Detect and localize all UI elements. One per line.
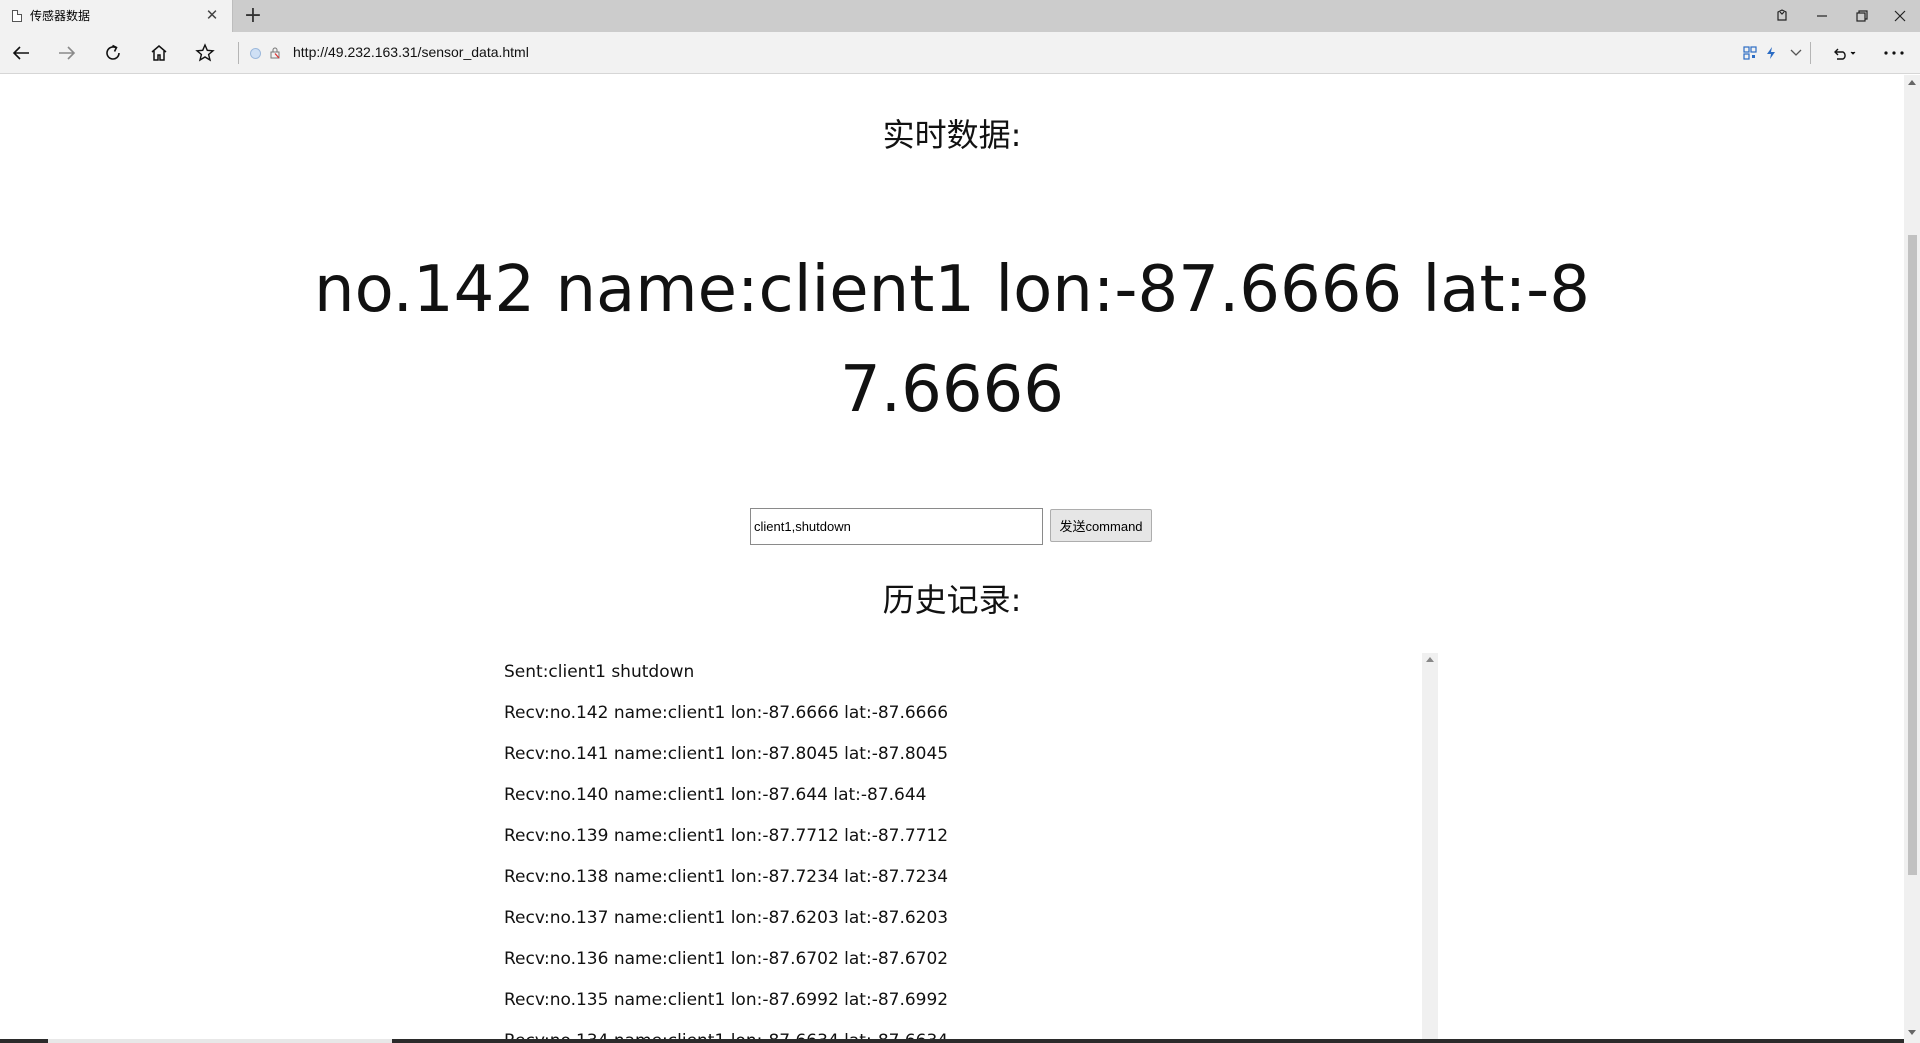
page-scrollbar[interactable] xyxy=(1904,75,1920,1043)
history-item: Recv:no.140 name:client1 lon:-87.644 lat… xyxy=(504,785,927,805)
undo-close-tab-button[interactable] xyxy=(1824,36,1864,70)
more-dots-icon xyxy=(1884,51,1904,55)
page-viewport: 实时数据: no.142 name:client1 lon:-87.6666 l… xyxy=(0,75,1904,1043)
home-button[interactable] xyxy=(142,36,176,70)
minimize-button[interactable] xyxy=(1802,0,1842,32)
history-list[interactable]: Sent:client1 shutdown Recv:no.142 name:c… xyxy=(494,652,1438,1043)
refresh-button[interactable] xyxy=(96,36,130,70)
restore-button[interactable] xyxy=(1842,0,1882,32)
not-secure-icon xyxy=(270,47,280,59)
scroll-up-arrow-icon[interactable] xyxy=(1908,80,1916,85)
browser-toolbar: http://49.232.163.31/sensor_data.html xyxy=(0,32,1920,74)
qr-code-icon[interactable] xyxy=(1738,36,1762,70)
tab-title: 传感器数据 xyxy=(30,9,91,23)
scroll-down-arrow-icon[interactable] xyxy=(1908,1030,1916,1035)
chevron-down-icon[interactable] xyxy=(1784,36,1808,70)
realtime-heading: 实时数据: xyxy=(882,116,1022,154)
page-scrollbar-thumb[interactable] xyxy=(1908,235,1917,875)
history-item: Recv:no.136 name:client1 lon:-87.6702 la… xyxy=(504,949,949,969)
taskbar-edge-highlight xyxy=(48,1039,392,1043)
url-text[interactable]: http://49.232.163.31/sensor_data.html xyxy=(293,44,529,60)
history-item: Recv:no.139 name:client1 lon:-87.7712 la… xyxy=(504,826,949,846)
arrow-right-icon xyxy=(59,46,76,60)
history-scrollbar[interactable] xyxy=(1422,653,1438,1043)
favorite-button[interactable] xyxy=(188,36,222,70)
lightning-icon[interactable] xyxy=(1760,36,1782,70)
tab-bar: 传感器数据 ✕ + xyxy=(0,0,1920,32)
history-item: Sent:client1 shutdown xyxy=(504,662,695,682)
arrow-left-icon xyxy=(12,46,29,60)
new-tab-button[interactable]: + xyxy=(240,3,266,29)
set-tabs-aside-icon[interactable] xyxy=(1762,0,1802,32)
home-icon xyxy=(151,45,167,61)
star-icon xyxy=(195,43,215,62)
history-heading: 历史记录: xyxy=(882,581,1022,619)
history-item: Recv:no.142 name:client1 lon:-87.6666 la… xyxy=(504,703,949,723)
forward-button[interactable] xyxy=(50,36,84,70)
toolbar-divider-right xyxy=(1810,42,1811,64)
history-item: Recv:no.135 name:client1 lon:-87.6992 la… xyxy=(504,990,949,1010)
undo-icon xyxy=(1834,48,1856,60)
site-info-icon[interactable] xyxy=(250,48,261,59)
realtime-data-value: no.142 name:client1 lon:-87.6666 lat:-87… xyxy=(314,253,1590,427)
send-command-button[interactable]: 发送command xyxy=(1050,509,1152,542)
refresh-icon xyxy=(106,44,120,60)
back-button[interactable] xyxy=(4,36,38,70)
scroll-up-arrow-icon[interactable] xyxy=(1426,657,1434,662)
command-input[interactable] xyxy=(750,508,1043,545)
toolbar-divider xyxy=(238,42,239,64)
more-menu-button[interactable] xyxy=(1874,36,1914,70)
close-window-button[interactable] xyxy=(1880,0,1920,32)
address-bar[interactable]: http://49.232.163.31/sensor_data.html xyxy=(248,39,1728,67)
page-icon xyxy=(12,10,22,22)
close-tab-icon[interactable]: ✕ xyxy=(202,5,222,25)
history-item: Recv:no.137 name:client1 lon:-87.6203 la… xyxy=(504,908,949,928)
browser-tab[interactable]: 传感器数据 ✕ xyxy=(0,0,233,32)
history-item: Recv:no.138 name:client1 lon:-87.7234 la… xyxy=(504,867,949,887)
history-item: Recv:no.141 name:client1 lon:-87.8045 la… xyxy=(504,744,949,764)
